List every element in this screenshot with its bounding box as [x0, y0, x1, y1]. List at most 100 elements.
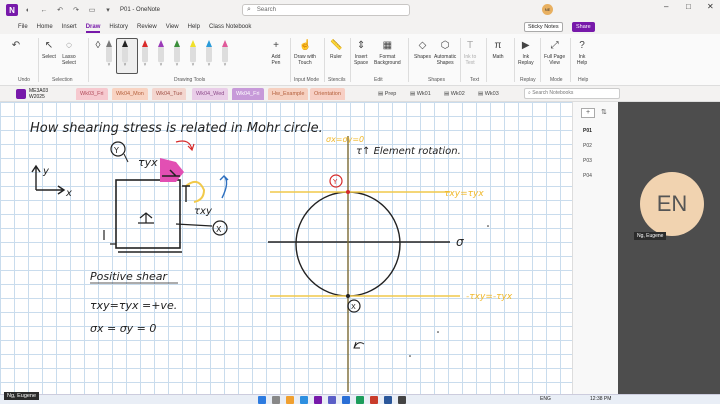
onenote-taskbar-icon[interactable]	[314, 396, 322, 404]
chevron-down-icon[interactable]: ˅	[140, 62, 150, 68]
section-group[interactable]: ▤ Wk01	[410, 88, 431, 100]
format-background-button[interactable]: ▦ Format Background	[374, 40, 401, 66]
account-avatar[interactable]: NE	[542, 4, 553, 15]
word-icon[interactable]	[384, 396, 392, 404]
menu-review[interactable]: Review	[137, 24, 157, 30]
input-mode-group-label: Input Mode	[294, 77, 320, 83]
section-group[interactable]: ▤ Wk03	[478, 88, 499, 100]
page-item[interactable]: P02	[583, 143, 592, 149]
select-button[interactable]: ↖ Select	[42, 40, 56, 60]
undo-icon: ↶	[11, 40, 21, 51]
ink-to-text-label: Ink to Text	[464, 54, 477, 66]
chevron-down-icon[interactable]: ˅	[188, 62, 198, 68]
notebook-selector[interactable]: ME3A03 W2025	[16, 87, 68, 101]
add-pen-button[interactable]: + Add Pen	[270, 40, 282, 66]
section-tab[interactable]: Wk03_Fri	[76, 88, 108, 100]
menu-help[interactable]: Help	[188, 24, 200, 30]
full-page-icon: ⤢	[550, 40, 559, 51]
draw-with-touch-label: Draw with Touch	[294, 54, 316, 66]
shapes-button[interactable]: ◇ Shapes	[414, 40, 431, 60]
pen-6[interactable]: ˅	[188, 40, 198, 68]
section-group[interactable]: ▤ Prep	[378, 88, 396, 100]
menu-history[interactable]: History	[109, 24, 128, 30]
insert-space-button[interactable]: ⇕ Insert Space	[354, 40, 368, 66]
section-tab[interactable]: Wk04_Fri	[232, 88, 264, 100]
notebook-search-input[interactable]: ⌕ Search Notebooks	[524, 88, 620, 99]
pen-3[interactable]: ˅	[140, 40, 150, 68]
page-item[interactable]: P01	[583, 128, 592, 134]
pen-body	[190, 47, 196, 62]
ink-help-button[interactable]: ? Ink Help	[576, 40, 588, 66]
pen-2[interactable]: ˅	[120, 40, 130, 68]
section-group[interactable]: ▤ Wk02	[444, 88, 465, 100]
back-icon[interactable]: ←	[38, 4, 50, 16]
sort-icon[interactable]: ⇅	[601, 108, 607, 116]
pen-1[interactable]: ˅	[104, 40, 114, 68]
ink-to-text-button[interactable]: T Ink to Text	[464, 40, 476, 66]
search-placeholder: Search	[256, 7, 276, 13]
pen-body	[158, 47, 164, 62]
redo-icon[interactable]: ↷	[70, 4, 82, 16]
pen-tip	[222, 40, 228, 47]
pen-tip	[122, 40, 128, 47]
edge-icon[interactable]	[300, 396, 308, 404]
orange-arc	[185, 180, 206, 203]
ink-replay-button[interactable]: ▶ Ink Replay	[518, 40, 534, 66]
menu-home[interactable]: Home	[37, 24, 53, 30]
axis-y-label: y	[42, 166, 50, 177]
menu-file[interactable]: File	[18, 24, 28, 30]
section-tab[interactable]: Wk04_Mon	[112, 88, 148, 100]
undo-button[interactable]: ↶	[10, 40, 22, 54]
lasso-select-button[interactable]: ◌ Lasso Select	[62, 40, 76, 66]
pen-7[interactable]: ˅	[204, 40, 214, 68]
outlook-icon[interactable]	[342, 396, 350, 404]
file-explorer-icon[interactable]	[286, 396, 294, 404]
undo-icon[interactable]: ↶	[54, 4, 66, 16]
section-tab[interactable]: Hw_Example	[268, 88, 309, 100]
full-page-view-button[interactable]: ⤢ Full Page View	[544, 40, 565, 66]
search-input[interactable]: ⌕ Search	[242, 4, 410, 16]
draw-with-touch-button[interactable]: ☝ Draw with Touch	[294, 40, 316, 66]
pen-4[interactable]: ˅	[156, 40, 166, 68]
excel-icon[interactable]	[356, 396, 364, 404]
powerpoint-icon[interactable]	[370, 396, 378, 404]
page-item[interactable]: P03	[583, 158, 592, 164]
menu-draw[interactable]: Draw	[85, 24, 100, 33]
section-tab[interactable]: Wk04_Tue	[152, 88, 187, 100]
close-button[interactable]: ✕	[707, 2, 714, 11]
note-canvas[interactable]: How shearing stress is related in Mohr c…	[0, 102, 572, 394]
chevron-down-icon[interactable]: ˅	[104, 62, 114, 68]
ruler-button[interactable]: 📏 Ruler	[330, 40, 342, 60]
chevron-down-icon[interactable]: ˅	[172, 62, 182, 68]
chevron-down-icon[interactable]: ˅	[156, 62, 166, 68]
eraser-button[interactable]: ◊	[92, 40, 104, 54]
minimize-button[interactable]: –	[664, 2, 668, 11]
pen-5[interactable]: ˅	[172, 40, 182, 68]
customize-icon[interactable]: ▾	[102, 4, 114, 16]
teams-icon[interactable]	[328, 396, 336, 404]
chevron-down-icon[interactable]: ˅	[220, 62, 230, 68]
add-page-button[interactable]: +	[581, 108, 595, 118]
automatic-shapes-button[interactable]: ⬡ Automatic Shapes	[434, 40, 456, 66]
menu-insert[interactable]: Insert	[62, 24, 77, 30]
language-indicator[interactable]: ENG	[540, 396, 551, 402]
section-tab[interactable]: Wk04_Wed	[192, 88, 229, 100]
pen-8[interactable]: ˅	[220, 40, 230, 68]
windows-start-icon[interactable]	[258, 396, 266, 404]
chevron-down-icon[interactable]: ˅	[204, 62, 214, 68]
restore-button[interactable]: □	[686, 2, 691, 11]
menu-view[interactable]: View	[166, 24, 179, 30]
page-view-icon[interactable]: ▭	[86, 4, 98, 16]
math-button[interactable]: π Math	[492, 40, 504, 60]
search-taskbar-icon[interactable]	[272, 396, 280, 404]
page-item[interactable]: P04	[583, 173, 592, 179]
menu-class-notebook[interactable]: Class Notebook	[209, 24, 251, 30]
sticky-notes-button[interactable]: Sticky Notes	[524, 22, 563, 32]
divider	[38, 38, 39, 82]
system-clock[interactable]: 12:38 PM	[590, 396, 611, 402]
share-button[interactable]: Share	[572, 22, 595, 32]
section-tab[interactable]: Orientation	[310, 88, 345, 100]
chevron-down-icon[interactable]: ˅	[120, 62, 130, 68]
app-icon[interactable]	[398, 396, 406, 404]
autosave-icon[interactable]: ◐	[22, 4, 34, 16]
